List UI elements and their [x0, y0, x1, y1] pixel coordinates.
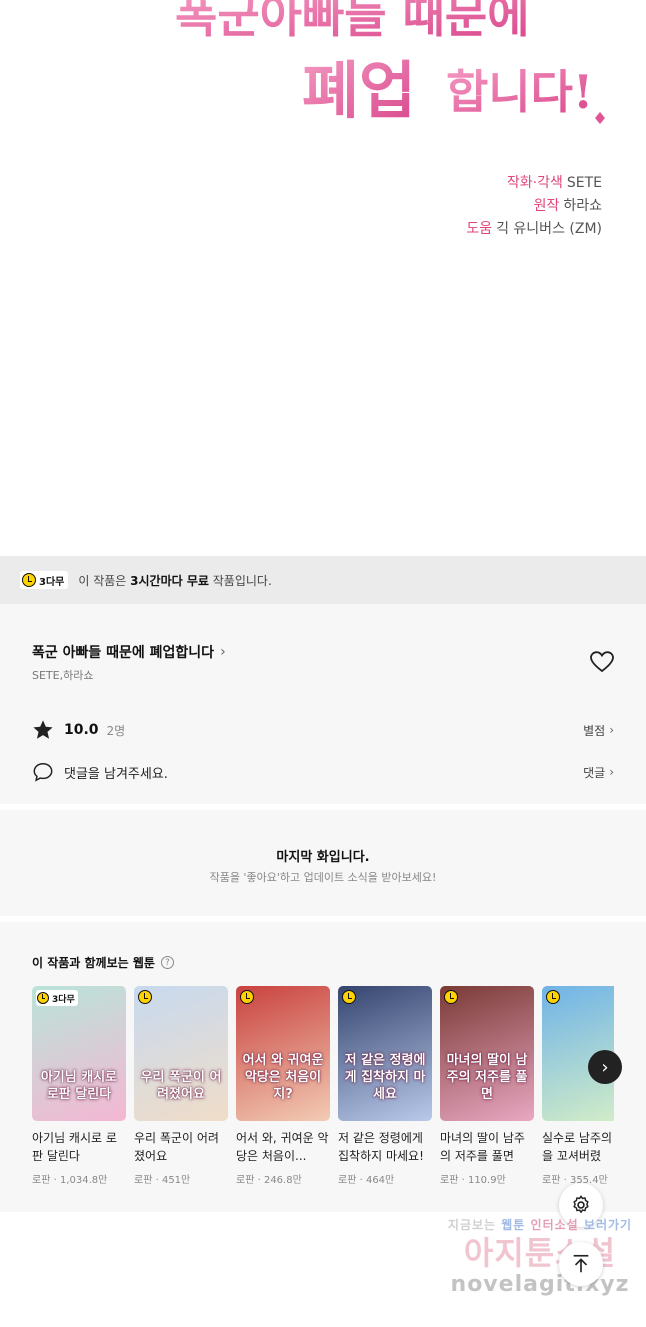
clock-icon: [342, 990, 356, 1004]
comic-title-art: 폭군아빠들 때문에 폐업 합니다! 작화·각색 SETE 원작 하라쇼 도움 긱 유니…: [0, 0, 646, 556]
clock-icon: [22, 573, 36, 587]
rating-count: 2명: [106, 723, 126, 738]
wait-free-badge: 3다무: [36, 990, 78, 1006]
speech-bubble-icon: [33, 763, 53, 782]
recommendation-meta: 로판 · 451만: [134, 1175, 191, 1186]
chevron-right-icon: ›: [601, 1056, 609, 1078]
recommendation-thumbnail[interactable]: 저 같은 정령에게 집착하지 마세요: [338, 986, 432, 1121]
svg-text:합니다!: 합니다!: [446, 65, 593, 119]
free-banner-text: 이 작품은 3시간마다 무료 작품입니다.: [78, 573, 272, 588]
recommendation-name[interactable]: 아기님 캐시로 로판 달린다: [32, 1129, 126, 1165]
cover-title: 어서 와 귀여운 악당은 처음이지?: [242, 1053, 324, 1102]
recommendation-meta: 로판 · 110.9만: [440, 1175, 506, 1186]
recommendation-name[interactable]: 마녀의 딸이 남주의 저주를 풀면: [440, 1129, 534, 1165]
comment-placeholder[interactable]: 댓글을 남겨주세요.: [64, 763, 168, 782]
recommendation-card[interactable]: 3다무 아기님 캐시로 로판 달린다 아기님 캐시로 로판 달린다 로판 · 1…: [32, 986, 126, 1186]
recommendation-card[interactable]: 어서 와 귀여운 악당은 처음이지? 어서 와, 귀여운 악당은 처음이... …: [236, 986, 330, 1186]
chevron-right-icon: ›: [609, 723, 614, 737]
cover-title: 아기님 캐시로 로판 달린다: [40, 1070, 118, 1102]
chevron-right-icon: ›: [609, 765, 614, 779]
comment-link[interactable]: 댓글 ›: [583, 764, 614, 781]
recommendation-name[interactable]: 실수로 남주의 생을 꼬셔버렸: [542, 1129, 614, 1165]
recommendation-meta: 로판 · 464만: [338, 1175, 395, 1186]
help-icon[interactable]: ?: [160, 956, 174, 969]
series-info: 폭군 아빠들 때문에 폐업합니다 › SETE,하라쇼 10.0 2명 별점 ›…: [0, 604, 646, 804]
heart-icon[interactable]: [590, 651, 614, 673]
cover-title: 마녀의 딸이 남주의 저주를 풀면: [446, 1053, 528, 1102]
last-episode-subtitle: 작품을 '좋아요'하고 업데이트 소식을 받아보세요!: [209, 871, 437, 884]
clock-icon: [546, 990, 560, 1004]
wait-free-badge: 3다무: [20, 571, 69, 589]
star-icon: [33, 720, 53, 739]
clock-icon: [37, 992, 49, 1004]
recommendation-card[interactable]: 실수로 남주의 생을 꼬셔버렸 로판 · 355.4만: [542, 986, 614, 1186]
recommendation-card[interactable]: 우리 폭군이 어려졌어요 우리 폭군이 어려졌어요 로판 · 451만: [134, 986, 228, 1186]
svg-text:폐업: 폐업: [302, 54, 416, 127]
clock-icon: [444, 990, 458, 1004]
cover-title: 저 같은 정령에게 집착하지 마세요: [344, 1053, 426, 1102]
settings-button[interactable]: [559, 1183, 603, 1227]
recommendation-name[interactable]: 우리 폭군이 어려졌어요: [134, 1129, 228, 1165]
recommendation-meta: 로판 · 1,034.8만: [32, 1175, 108, 1186]
recommendations: 이 작품과 함께보는 웹툰 ? 3다무 아기님 캐시로 로판 달린다 아기님 캐…: [0, 922, 646, 1212]
chevron-right-icon: ›: [220, 644, 226, 660]
series-title-link[interactable]: 폭군 아빠들 때문에 폐업합니다 ›: [32, 642, 226, 662]
free-banner: 3다무 이 작품은 3시간마다 무료 작품입니다.: [0, 556, 646, 604]
clock-icon: [138, 990, 152, 1004]
gear-icon: [573, 1195, 589, 1213]
last-episode-notice: 마지막 화입니다. 작품을 '좋아요'하고 업데이트 소식을 받아보세요!: [0, 810, 646, 916]
clock-icon: [240, 990, 254, 1004]
recommendation-name[interactable]: 어서 와, 귀여운 악당은 처음이...: [236, 1129, 330, 1165]
arrow-up-icon: [573, 1254, 589, 1273]
comment-row[interactable]: 댓글을 남겨주세요. 댓글 ›: [32, 760, 614, 784]
credit-help: 도움 긱 유니버스 (ZM): [466, 221, 602, 237]
last-episode-title: 마지막 화입니다.: [276, 850, 370, 865]
recommendation-card[interactable]: 마녀의 딸이 남주의 저주를 풀면 마녀의 딸이 남주의 저주를 풀면 로판 ·…: [440, 986, 534, 1186]
cover-title: 우리 폭군이 어려졌어요: [140, 1070, 222, 1102]
credit-art: 작화·각색 SETE: [506, 175, 602, 191]
credit-original: 원작 하라쇼: [533, 198, 602, 214]
rating-value: 10.0: [64, 722, 99, 738]
recommendation-meta: 로판 · 246.8만: [236, 1175, 302, 1186]
svg-text:폭군아빠들 때문에: 폭군아빠들 때문에: [175, 0, 530, 43]
next-arrow-button[interactable]: ›: [588, 1050, 622, 1084]
credits: 작화·각색 SETE 원작 하라쇼 도움 긱 유니버스 (ZM): [466, 172, 602, 241]
recommendation-thumbnail[interactable]: 3다무 아기님 캐시로 로판 달린다: [32, 986, 126, 1121]
recommendation-name[interactable]: 저 같은 정령에게 집착하지 마세요!: [338, 1129, 432, 1165]
recommendation-thumbnail[interactable]: 어서 와 귀여운 악당은 처음이지?: [236, 986, 330, 1121]
recommendations-title: 이 작품과 함께보는 웹툰 ?: [32, 954, 174, 971]
series-authors: SETE,하라쇼: [32, 669, 94, 682]
recommendation-thumbnail[interactable]: 우리 폭군이 어려졌어요: [134, 986, 228, 1121]
recommendation-card[interactable]: 저 같은 정령에게 집착하지 마세요 저 같은 정령에게 집착하지 마세요! 로…: [338, 986, 432, 1186]
recommendation-thumbnail[interactable]: 마녀의 딸이 남주의 저주를 풀면: [440, 986, 534, 1121]
comic-title-logo: 폭군아빠들 때문에 폐업 합니다!: [175, 0, 605, 127]
recommendation-list: 3다무 아기님 캐시로 로판 달린다 아기님 캐시로 로판 달린다 로판 · 1…: [32, 986, 614, 1206]
rating-link[interactable]: 별점 ›: [583, 722, 614, 739]
watermark: 지금보는 웹툰 인터소설 보러가기 아지툰소설 novelagit.xyz: [447, 1218, 633, 1297]
rating-row: 10.0 2명 별점 ›: [32, 718, 614, 742]
scroll-top-button[interactable]: [559, 1242, 603, 1286]
